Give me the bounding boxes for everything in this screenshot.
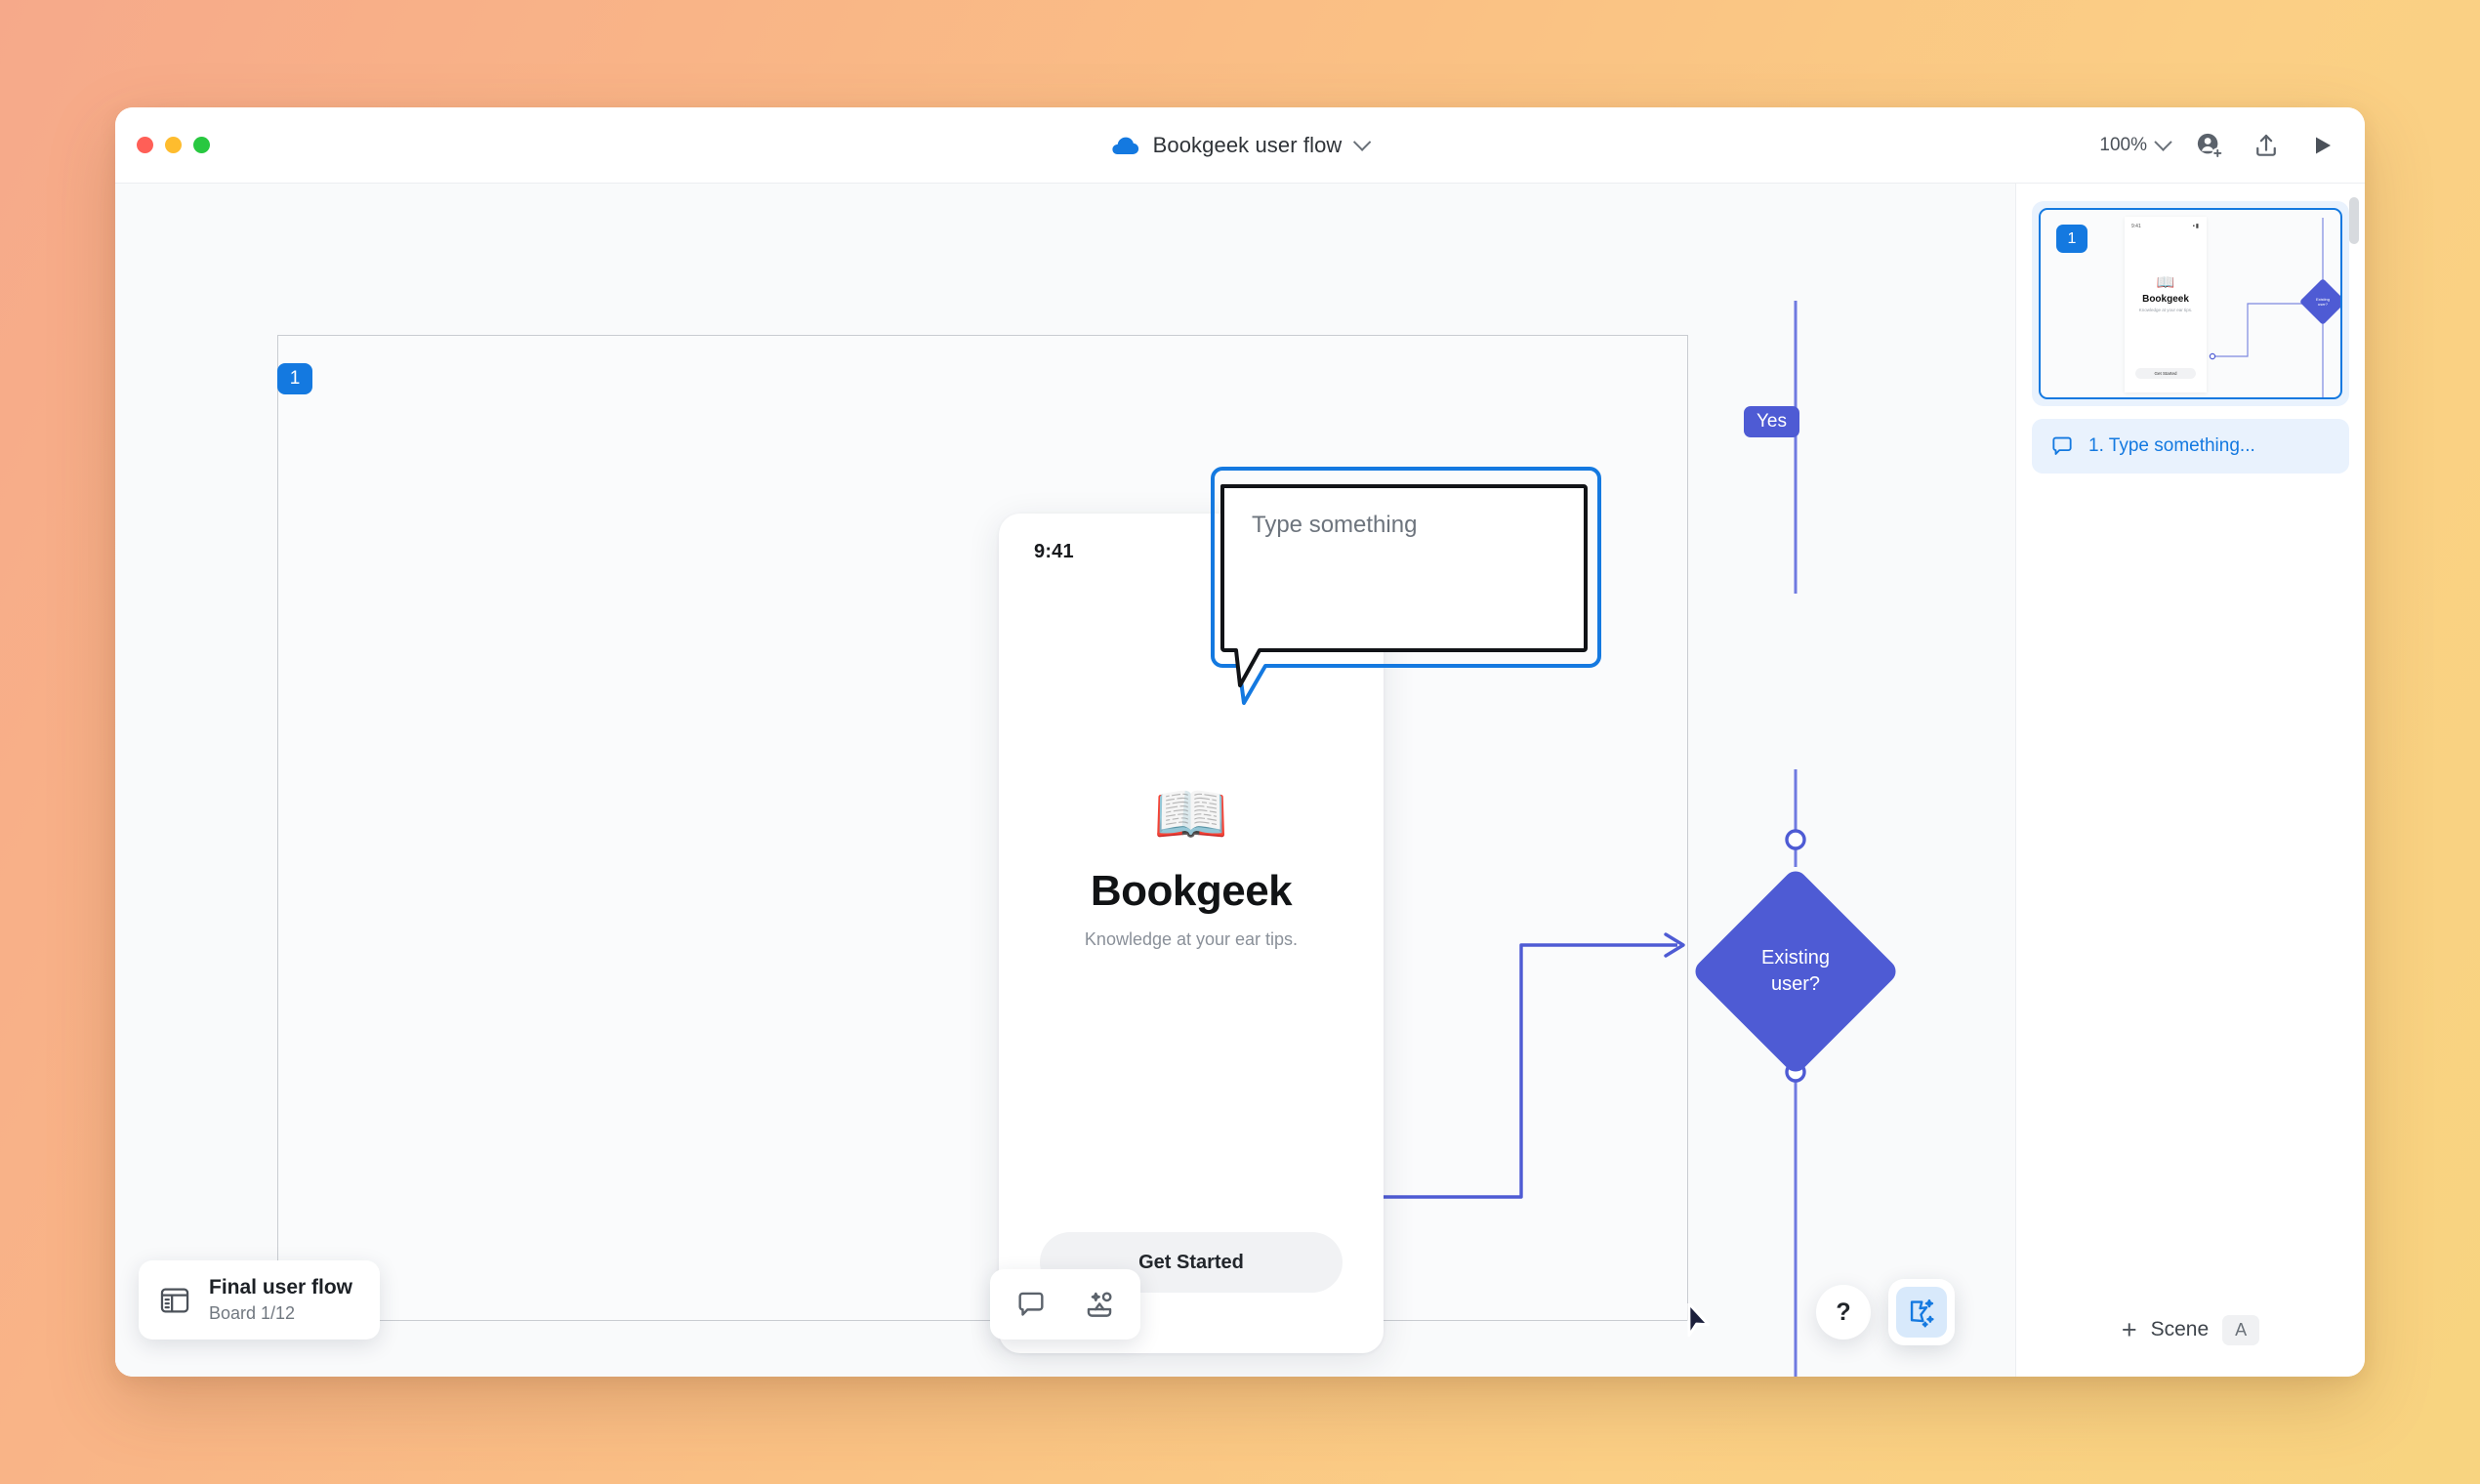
add-scene-button[interactable]: + Scene A [2122,1315,2259,1345]
app-window: Bookgeek user flow 100% [115,107,2365,1377]
scene-thumbnail[interactable]: 1 9:41 ▪▮ 📖 Bookgeek Knowledge at your e… [2039,208,2342,399]
brand-tagline: Knowledge at your ear tips. [999,929,1384,950]
comment-icon [2049,433,2075,459]
scene-number-badge[interactable]: 1 [277,363,312,394]
comment-icon [1014,1288,1048,1321]
board-subtitle: Board 1/12 [209,1303,352,1324]
document-title: Bookgeek user flow [1153,133,1343,158]
brand-name: Bookgeek [999,867,1384,916]
decision-node[interactable]: Existing user? [1691,867,1900,1076]
close-window-button[interactable] [137,137,153,153]
share-upload-icon [2253,132,2280,159]
ai-assistant-button[interactable] [1888,1279,1955,1345]
chevron-down-icon[interactable] [1353,133,1371,150]
canvas[interactable]: 1 Yes 9:41 📖 [115,184,2015,1377]
status-bar-time: 9:41 [1034,541,1074,563]
ai-magic-icon [1905,1296,1938,1329]
play-icon [2312,134,2334,157]
branch-label-yes[interactable]: Yes [1744,406,1799,437]
sidebar-scrollbar[interactable] [2349,197,2359,244]
cloud-icon [1112,136,1139,155]
add-scene-label: Scene [2151,1318,2210,1341]
scene-card[interactable]: 1 9:41 ▪▮ 📖 Bookgeek Knowledge at your e… [2032,201,2349,406]
decision-label: Existing user? [1691,867,1900,1076]
zoom-control[interactable]: 100% [2099,135,2170,156]
thumbnail-decision-label: Existing user? [2306,285,2339,318]
board-chip[interactable]: Final user flow Board 1/12 [139,1260,380,1340]
title-bar: Bookgeek user flow 100% [115,107,2365,184]
comment-list-item[interactable]: 1. Type something... [2032,419,2349,474]
present-button[interactable] [2306,129,2339,162]
chevron-down-icon[interactable] [2154,133,2171,150]
title-bar-actions: 100% [2099,129,2339,162]
maximize-window-button[interactable] [193,137,210,153]
ai-button-inner [1896,1287,1947,1338]
minimize-window-button[interactable] [165,137,182,153]
comment-placeholder[interactable]: Type something [1252,512,1417,539]
app-body: 1 Yes 9:41 📖 [115,184,2365,1377]
add-comment-button[interactable] [1008,1281,1054,1328]
sidebar-footer: + Scene A [2016,1283,2365,1377]
thumbnail-connectors [2041,210,2340,397]
brand-block: 📖 Bookgeek Knowledge at your ear tips. [999,785,1384,950]
add-scene-shortcut: A [2222,1315,2259,1345]
zoom-level-label: 100% [2099,135,2147,156]
document-title-menu[interactable]: Bookgeek user flow [1112,133,1369,158]
decision-label-line1: Existing [1761,945,1830,971]
plus-icon: + [2122,1317,2137,1343]
board-layout-icon [158,1284,191,1317]
mouse-cursor-icon [1679,1303,1713,1344]
comment-list-item-label: 1. Type something... [2088,435,2255,457]
insert-media-button[interactable] [1076,1281,1123,1328]
thumbnail-decision-line2: user? [2318,302,2328,307]
open-book-icon: 📖 [999,785,1384,845]
help-button[interactable]: ? [1816,1285,1871,1340]
board-title: Final user flow [209,1276,352,1299]
scenes-sidebar: 1 9:41 ▪▮ 📖 Bookgeek Knowledge at your e… [2015,184,2365,1377]
bottom-toolbar [990,1269,1140,1340]
board-chip-texts: Final user flow Board 1/12 [209,1276,352,1324]
decision-label-line2: user? [1771,971,1820,998]
window-controls [115,137,210,153]
share-button[interactable] [2250,129,2283,162]
magic-image-icon [1083,1288,1116,1321]
invite-collaborator-button[interactable] [2193,129,2226,162]
add-user-icon [2195,131,2224,160]
scenes-list[interactable]: 1 9:41 ▪▮ 📖 Bookgeek Knowledge at your e… [2016,184,2365,1283]
comment-bubble[interactable]: Type something [1215,473,1597,664]
